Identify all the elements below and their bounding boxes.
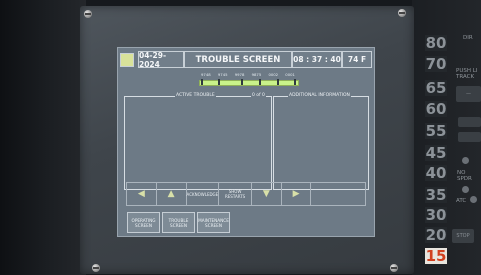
track-marker <box>201 79 203 85</box>
atc-label: ATC <box>456 198 467 204</box>
screen-title: TROUBLE SCREEN <box>184 51 292 68</box>
screw-icon <box>390 264 398 272</box>
additional-information-panel: ADDITIONAL INFORMATION <box>273 93 369 190</box>
track-marker <box>259 79 261 85</box>
dash-button[interactable]: — <box>456 86 481 102</box>
date-display: 04-29-2024 <box>138 51 184 69</box>
side-button[interactable] <box>458 117 481 127</box>
track-label: 9748 <box>201 72 211 77</box>
track-marker <box>294 79 296 85</box>
track-indicator: 9748 9745 9978 9875 0002 0001 <box>197 72 299 90</box>
softkey-row: ◀ ▲ ACKNOWLEDGE SHOW RESTARTS ▼ ▶ <box>126 182 366 206</box>
temperature-display: 74 F <box>342 51 372 68</box>
acknowledge-button[interactable]: ACKNOWLEDGE <box>187 183 220 205</box>
speed-value: 35 <box>425 186 447 204</box>
show-restarts-button[interactable]: SHOW RESTARTS <box>219 183 252 205</box>
speed-value: 40 <box>425 164 447 182</box>
screen-navigation: OPERATING SCREEN TROUBLE SCREEN MAINTENA… <box>127 212 230 233</box>
arrow-right-icon: ▶ <box>292 188 300 199</box>
track-label: 0001 <box>285 72 295 77</box>
no-spdr-label: NO SPDR <box>457 170 472 182</box>
scroll-up-button[interactable]: ▲ <box>157 183 187 205</box>
speed-value: 30 <box>425 206 447 224</box>
track-label: 0002 <box>268 72 279 77</box>
scroll-down-button[interactable]: ▼ <box>252 183 282 205</box>
track-labels: 9748 9745 9978 9875 0002 0001 <box>197 72 299 77</box>
header-bar: 04-29-2024 TROUBLE SCREEN 08 : 37 : 40 7… <box>120 51 372 69</box>
speed-value: 45 <box>425 144 447 162</box>
arrow-left-icon: ◀ <box>137 188 145 199</box>
track-marker <box>218 79 220 85</box>
speed-value: 60 <box>425 100 447 118</box>
indicator-lamp <box>462 157 469 164</box>
indicator-lamp <box>462 186 469 193</box>
active-trouble-panel: ACTIVE TROUBLE 0 of 0 <box>124 93 272 190</box>
speed-value: 20 <box>425 226 447 244</box>
arrow-up-icon: ▲ <box>167 188 175 199</box>
track-label: 9978 <box>234 72 245 77</box>
scroll-left-button[interactable]: ◀ <box>127 183 157 205</box>
arrow-down-icon: ▼ <box>262 188 270 199</box>
operating-screen-button[interactable]: OPERATING SCREEN <box>127 212 160 233</box>
screw-icon <box>84 10 92 18</box>
track-marker <box>277 79 279 85</box>
dir-label: DIR <box>463 35 473 41</box>
track-marker <box>241 79 243 85</box>
track-label: 9875 <box>251 72 262 77</box>
trouble-count: 0 of 0 <box>251 93 266 98</box>
push-track-label: PUSH LI TRACK <box>456 68 478 80</box>
status-indicator <box>120 52 134 67</box>
active-trouble-title: ACTIVE TROUBLE <box>175 93 216 98</box>
side-button[interactable] <box>458 132 481 142</box>
indicator-lamp <box>470 196 477 203</box>
speed-value: 80 <box>425 34 447 52</box>
track-label: 9745 <box>217 72 228 77</box>
cab-left-wall <box>0 0 86 275</box>
additional-information-title: ADDITIONAL INFORMATION <box>288 93 351 98</box>
trouble-screen-display: 04-29-2024 TROUBLE SCREEN 08 : 37 : 40 7… <box>117 47 375 237</box>
time-display: 08 : 37 : 40 <box>292 51 342 68</box>
speed-value: 65 <box>425 79 447 97</box>
scroll-right-button[interactable]: ▶ <box>282 183 312 205</box>
screw-icon <box>398 9 406 17</box>
speed-value: 70 <box>425 55 447 73</box>
empty-softkey[interactable] <box>311 183 365 205</box>
speed-value-active: 15 <box>425 247 447 265</box>
speed-value: 55 <box>425 122 447 140</box>
trouble-screen-button[interactable]: TROUBLE SCREEN <box>162 212 195 233</box>
track-line <box>199 80 299 86</box>
maintenance-screen-button[interactable]: MAINTENANCE SCREEN <box>197 212 230 233</box>
stop-button[interactable]: STOP <box>452 229 474 243</box>
screw-icon <box>92 264 100 272</box>
